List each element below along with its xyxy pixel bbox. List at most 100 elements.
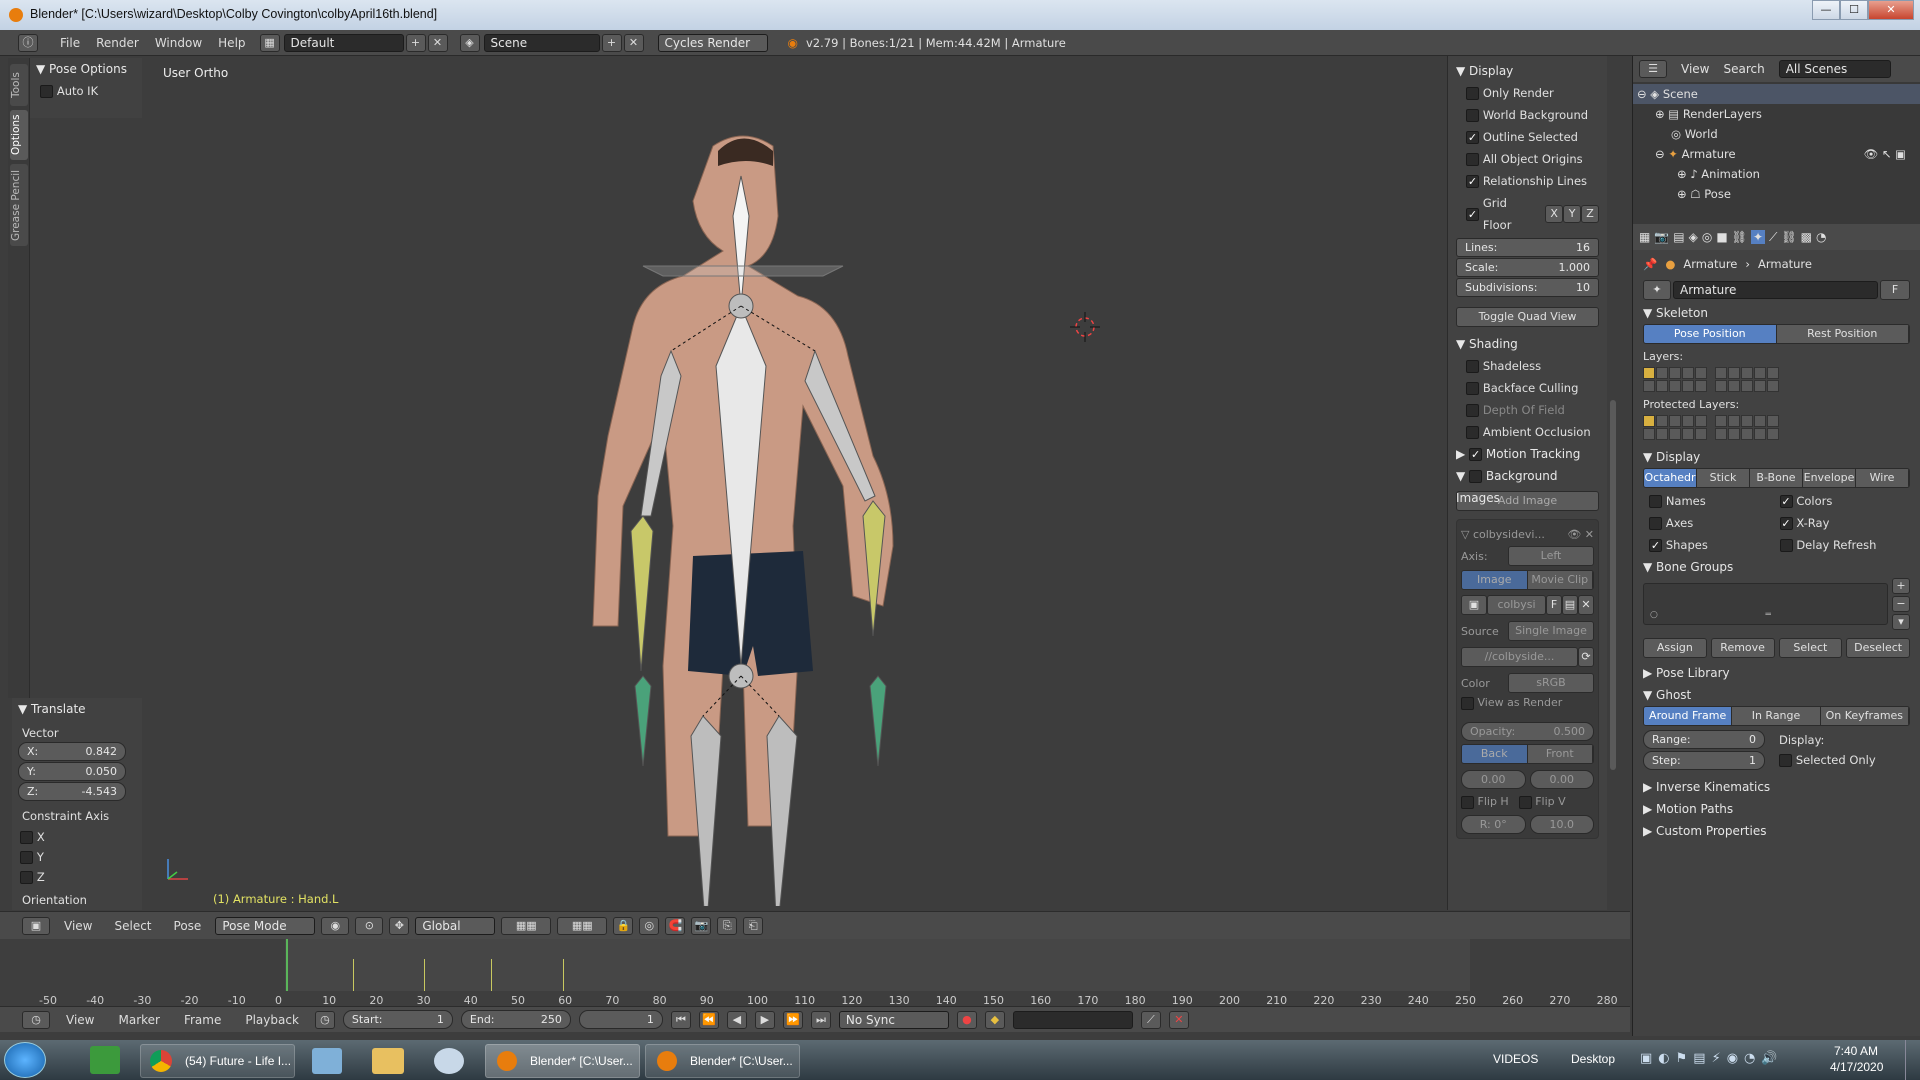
close-button[interactable]: ✕ xyxy=(1868,0,1914,20)
colors-checkbox[interactable]: ✓ xyxy=(1779,495,1793,508)
size-field[interactable]: 10.0 xyxy=(1529,815,1594,834)
add-bone-group-button[interactable]: + xyxy=(1892,578,1910,594)
select-button[interactable]: Select xyxy=(1778,638,1843,658)
add-scene-icon[interactable]: + xyxy=(601,33,622,52)
scene-icon[interactable]: ◈ xyxy=(459,33,480,52)
layout-grid-icon[interactable]: ▦ xyxy=(259,33,280,52)
paste-pose-icon[interactable]: ⎗ xyxy=(743,916,764,935)
outliner-row-armature[interactable]: ⊖ ✦ Armature 👁 ↖ ▣ xyxy=(1633,144,1920,164)
current-frame-field[interactable]: 1 xyxy=(578,1010,663,1029)
current-frame-marker[interactable] xyxy=(286,939,288,991)
texture-tab-icon[interactable]: ▩ xyxy=(1801,230,1812,244)
vp-select-menu[interactable]: Select xyxy=(106,919,159,933)
vector-z-field[interactable]: Z: -4.543 xyxy=(18,782,126,801)
start-button[interactable] xyxy=(4,1042,46,1078)
notes-app-icon[interactable] xyxy=(312,1048,342,1074)
bg-images-checkbox[interactable] xyxy=(1469,470,1483,483)
layout-selector[interactable]: Default xyxy=(283,33,404,52)
motion-tracking-header[interactable]: ▶ ✓ Motion Tracking xyxy=(1456,443,1599,465)
offset-y-field[interactable]: 0.00 xyxy=(1529,770,1594,789)
render-engine-select[interactable]: Cycles Render xyxy=(657,33,768,52)
image-tab[interactable]: Image xyxy=(1462,571,1528,589)
outliner-search-menu[interactable]: Search xyxy=(1723,62,1764,76)
bg-image-expand-icon[interactable]: ▽ xyxy=(1461,528,1469,541)
assign-button[interactable]: Assign xyxy=(1643,638,1707,658)
hand-r-bone[interactable] xyxy=(634,675,652,767)
rest-position-button[interactable]: Rest Position xyxy=(1776,325,1909,343)
offset-x-field[interactable]: 0.00 xyxy=(1461,770,1526,789)
arm-display-header[interactable]: ▼ Display xyxy=(1643,446,1910,468)
add-layout-icon[interactable]: + xyxy=(405,33,426,52)
scene-selector[interactable]: Scene xyxy=(483,33,600,52)
remove-layout-icon[interactable]: ✕ xyxy=(427,33,448,52)
mode-select[interactable]: Pose Mode xyxy=(215,916,316,935)
3d-viewport[interactable]: User Ortho (1) Armature: Hand.L xyxy=(143,56,1447,910)
envelope-button[interactable]: Envelope xyxy=(1803,469,1856,487)
keying-set-field[interactable] xyxy=(1012,1010,1133,1029)
menu-file[interactable]: File xyxy=(52,36,88,50)
auto-ik-checkbox[interactable] xyxy=(40,85,53,98)
object-tab-icon[interactable]: ■ xyxy=(1716,230,1727,244)
minimize-button[interactable]: — xyxy=(1812,0,1840,20)
preview-range-icon[interactable]: ◷ xyxy=(314,1010,335,1029)
pose-options-header[interactable]: ▼ Pose Options xyxy=(30,58,142,80)
copy-pose-icon[interactable]: ⎘ xyxy=(717,916,738,935)
display-panel-header[interactable]: ▼ Display xyxy=(1456,60,1599,82)
insert-key-icon[interactable]: ⟋ xyxy=(1140,1010,1161,1029)
timeline[interactable]: -50 -40 -30 -20 -10 0 10 20 30 40 50 60 70 80 90 100 110… xyxy=(0,939,1630,1011)
remove-scene-icon[interactable]: ✕ xyxy=(623,33,644,52)
delete-key-icon[interactable]: ✕ xyxy=(1168,1010,1189,1029)
tl-frame-menu[interactable]: Frame xyxy=(176,1013,229,1027)
fake-user-button[interactable]: F xyxy=(1546,595,1562,615)
shading-panel-header[interactable]: ▼ Shading xyxy=(1456,333,1599,355)
grid-subdiv-field[interactable]: Subdivisions: 10 xyxy=(1456,278,1599,297)
videos-toolbar[interactable]: VIDEOS xyxy=(1493,1052,1538,1066)
thigh-l-bone[interactable] xyxy=(766,715,798,906)
translate-header[interactable]: ▼ Translate xyxy=(12,698,142,720)
vp-view-menu[interactable]: View xyxy=(56,919,100,933)
dof-checkbox[interactable] xyxy=(1466,404,1479,417)
movie-clip-tab[interactable]: Movie Clip xyxy=(1527,571,1593,589)
grid-x-toggle[interactable]: X xyxy=(1545,205,1564,223)
bone-groups-list[interactable]: ○ ═ xyxy=(1643,583,1888,625)
bg-images-header[interactable]: ▼ Background Images xyxy=(1456,465,1599,505)
manipulator-icon[interactable]: ✥ xyxy=(389,916,410,935)
armature-name-field[interactable]: Armature xyxy=(1673,281,1878,299)
maximize-button[interactable]: ☐ xyxy=(1840,0,1868,20)
bone-group-menu-button[interactable]: ▾ xyxy=(1892,614,1910,630)
outline-selected-checkbox[interactable]: ✓ xyxy=(1466,131,1479,144)
names-checkbox[interactable] xyxy=(1649,495,1662,508)
armature-figure[interactable] xyxy=(543,116,943,906)
constraint-y-checkbox[interactable] xyxy=(20,851,33,864)
spreadsheet-app-icon[interactable] xyxy=(90,1046,120,1074)
outliner-row-renderlayers[interactable]: ⊕ ▤ RenderLayers xyxy=(1633,104,1920,124)
jump-start-icon[interactable]: ⏮ xyxy=(670,1010,691,1029)
properties-scrollbar[interactable] xyxy=(1610,400,1616,770)
clock-time[interactable]: 7:40 AM xyxy=(1834,1044,1878,1058)
xray-checkbox[interactable]: ✓ xyxy=(1779,517,1793,530)
ghost-step-field[interactable]: Step: 1 xyxy=(1643,751,1765,770)
render-tab-icon[interactable]: 📷 xyxy=(1654,230,1669,244)
vector-x-field[interactable]: X: 0.842 xyxy=(18,742,126,761)
tab-tools[interactable]: Tools xyxy=(10,64,28,106)
on-keyframes-button[interactable]: On Keyframes xyxy=(1820,707,1909,725)
ghost-range-field[interactable]: Range: 0 xyxy=(1643,730,1765,749)
ao-checkbox[interactable] xyxy=(1466,426,1479,439)
image-browse-icon[interactable]: ▣ xyxy=(1461,595,1487,615)
layers-b-icon[interactable]: ▦▦ xyxy=(557,916,608,935)
custom-props-header[interactable]: ▶ Custom Properties xyxy=(1643,820,1910,842)
grid-floor-checkbox[interactable]: ✓ xyxy=(1466,207,1479,221)
image-path-field[interactable]: //colbyside... xyxy=(1461,647,1578,667)
armature-data-tab-icon[interactable]: ✦ xyxy=(1750,230,1765,244)
grid-y-toggle[interactable]: Y xyxy=(1563,205,1582,223)
remove-bone-group-button[interactable]: − xyxy=(1892,596,1910,612)
flip-h-checkbox[interactable] xyxy=(1461,795,1474,809)
axis-select[interactable]: Left xyxy=(1508,546,1594,566)
list-grip-icon[interactable]: ═ xyxy=(1766,610,1771,620)
ik-header[interactable]: ▶ Inverse Kinematics xyxy=(1643,776,1910,798)
tab-grease-pencil[interactable]: Grease Pencil xyxy=(10,164,28,246)
pose-library-header[interactable]: ▶ Pose Library xyxy=(1643,662,1910,684)
motion-paths-header[interactable]: ▶ Motion Paths xyxy=(1643,798,1910,820)
editor-type-icon[interactable]: ⓘ xyxy=(18,33,38,52)
proportional-icon[interactable]: ◎ xyxy=(639,916,660,935)
